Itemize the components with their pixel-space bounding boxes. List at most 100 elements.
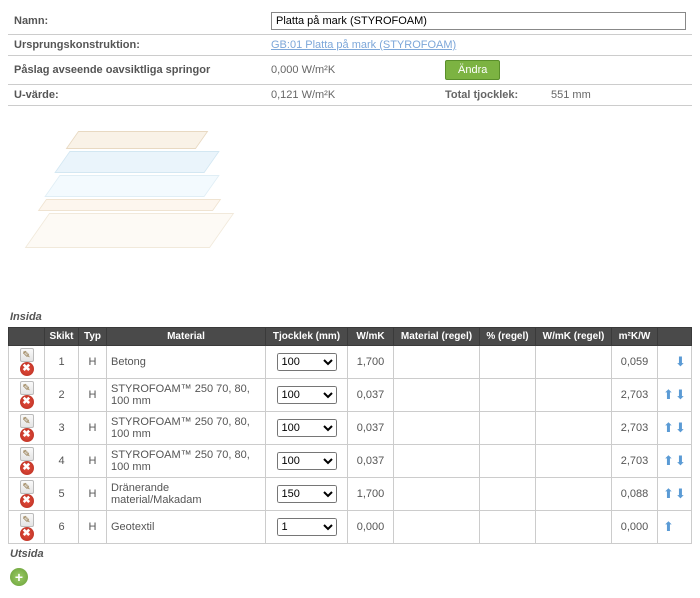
paslag-value: 0,000 W/m²K <box>265 56 435 85</box>
material-regel-cell <box>394 478 480 511</box>
m2kw-cell: 2,703 <box>612 412 658 445</box>
move-up-icon[interactable]: ⬆ <box>663 486 675 502</box>
delete-icon[interactable]: ✖ <box>20 362 34 376</box>
pct-regel-cell <box>480 445 536 478</box>
delete-icon[interactable]: ✖ <box>20 527 34 541</box>
layer-illustration <box>12 121 212 271</box>
layers-table: Skikt Typ Material Tjocklek (mm) W/mK Ma… <box>8 327 692 544</box>
skikt-cell: 1 <box>45 346 79 379</box>
move-up-icon[interactable]: ⬆ <box>663 453 675 469</box>
wmk-cell: 0,000 <box>348 511 394 544</box>
pct-regel-cell <box>480 478 536 511</box>
col-material-regel: Material (regel) <box>394 328 480 346</box>
edit-icon[interactable]: ✎ <box>20 480 34 494</box>
material-regel-cell <box>394 445 480 478</box>
move-up-icon[interactable]: ⬆ <box>663 519 675 535</box>
thickness-select[interactable]: 100 <box>277 353 337 371</box>
move-down-icon[interactable]: ⬇ <box>675 420 687 436</box>
paslag-label: Påslag avseende oavsiktliga springor <box>8 56 265 85</box>
col-wmk-regel: W/mK (regel) <box>536 328 612 346</box>
material-regel-cell <box>394 412 480 445</box>
wmk-regel-cell <box>536 346 612 379</box>
wmk-regel-cell <box>536 478 612 511</box>
col-wmk: W/mK <box>348 328 394 346</box>
wmk-regel-cell <box>536 511 612 544</box>
thickness-select[interactable]: 150 <box>277 485 337 503</box>
col-tjocklek: Tjocklek (mm) <box>266 328 348 346</box>
typ-cell: H <box>79 445 107 478</box>
move-up-icon[interactable]: ⬆ <box>663 420 675 436</box>
delete-icon[interactable]: ✖ <box>20 395 34 409</box>
outside-heading: Utsida <box>10 548 690 560</box>
m2kw-cell: 2,703 <box>612 379 658 412</box>
thickness-select[interactable]: 1 <box>277 518 337 536</box>
m2kw-cell: 0,088 <box>612 478 658 511</box>
table-row: ✎ ✖1HBetong1001,7000,059⬆⬇ <box>9 346 692 379</box>
wmk-cell: 0,037 <box>348 445 394 478</box>
edit-icon[interactable]: ✎ <box>20 348 34 362</box>
col-pct-regel: % (regel) <box>480 328 536 346</box>
change-button[interactable]: Ändra <box>445 60 500 80</box>
material-regel-cell <box>394 511 480 544</box>
name-input[interactable] <box>271 12 686 30</box>
origin-link[interactable]: GB:01 Platta på mark (STYROFOAM) <box>271 39 456 51</box>
edit-icon[interactable]: ✎ <box>20 447 34 461</box>
delete-icon[interactable]: ✖ <box>20 428 34 442</box>
edit-icon[interactable]: ✎ <box>20 513 34 527</box>
col-typ: Typ <box>79 328 107 346</box>
table-row: ✎ ✖ 4HSTYROFOAM™ 250 70, 80, 100 mm 100 0,0… <box>9 445 692 478</box>
layers-header-row: Skikt Typ Material Tjocklek (mm) W/mK Ma… <box>9 328 692 346</box>
table-row: ✎ ✖ 2HSTYROFOAM™ 250 70, 80, 100 mm 100 0,0… <box>9 379 692 412</box>
material-cell: STYROFOAM™ 250 70, 80, 100 mm <box>107 379 266 412</box>
move-down-icon[interactable]: ⬇ <box>675 354 687 370</box>
move-down-icon[interactable]: ⬇ <box>675 486 687 502</box>
material-cell: STYROFOAM™ 250 70, 80, 100 mm <box>107 412 266 445</box>
material-cell: Betong <box>107 346 266 379</box>
col-skikt: Skikt <box>45 328 79 346</box>
delete-icon[interactable]: ✖ <box>20 461 34 475</box>
name-label: Namn: <box>8 8 265 35</box>
origin-label: Ursprungskonstruktion: <box>8 35 265 56</box>
pct-regel-cell <box>480 511 536 544</box>
properties-panel: Namn: Ursprungskonstruktion: GB:01 Platt… <box>8 8 692 106</box>
pct-regel-cell <box>480 379 536 412</box>
typ-cell: H <box>79 379 107 412</box>
pct-regel-cell <box>480 346 536 379</box>
typ-cell: H <box>79 511 107 544</box>
wmk-regel-cell <box>536 445 612 478</box>
typ-cell: H <box>79 478 107 511</box>
add-layer-button[interactable]: + <box>10 568 28 586</box>
table-row: ✎ ✖ 5HDränerande material/Makadam 150 1,700… <box>9 478 692 511</box>
col-m2kw: m²K/W <box>612 328 658 346</box>
wmk-cell: 1,700 <box>348 478 394 511</box>
move-down-icon[interactable]: ⬇ <box>675 453 687 469</box>
move-up-icon[interactable]: ⬆ <box>663 387 675 403</box>
material-cell: Geotextil <box>107 511 266 544</box>
thickness-select[interactable]: 100 <box>277 386 337 404</box>
col-material: Material <box>107 328 266 346</box>
thickness-select[interactable]: 100 <box>277 452 337 470</box>
material-regel-cell <box>394 379 480 412</box>
skikt-cell: 4 <box>45 445 79 478</box>
skikt-cell: 6 <box>45 511 79 544</box>
table-row: ✎ ✖6HGeotextil10,0000,000⬆⬇ <box>9 511 692 544</box>
skikt-cell: 3 <box>45 412 79 445</box>
total-thickness-label: Total tjocklek: <box>435 85 545 106</box>
skikt-cell: 2 <box>45 379 79 412</box>
m2kw-cell: 2,703 <box>612 445 658 478</box>
uvarde-label: U-värde: <box>8 85 265 106</box>
thickness-select[interactable]: 100 <box>277 419 337 437</box>
material-regel-cell <box>394 346 480 379</box>
pct-regel-cell <box>480 412 536 445</box>
edit-icon[interactable]: ✎ <box>20 381 34 395</box>
wmk-cell: 0,037 <box>348 379 394 412</box>
inside-heading: Insida <box>10 311 690 323</box>
skikt-cell: 5 <box>45 478 79 511</box>
move-down-icon[interactable]: ⬇ <box>675 387 687 403</box>
delete-icon[interactable]: ✖ <box>20 494 34 508</box>
edit-icon[interactable]: ✎ <box>20 414 34 428</box>
material-cell: STYROFOAM™ 250 70, 80, 100 mm <box>107 445 266 478</box>
typ-cell: H <box>79 346 107 379</box>
wmk-cell: 1,700 <box>348 346 394 379</box>
material-cell: Dränerande material/Makadam <box>107 478 266 511</box>
